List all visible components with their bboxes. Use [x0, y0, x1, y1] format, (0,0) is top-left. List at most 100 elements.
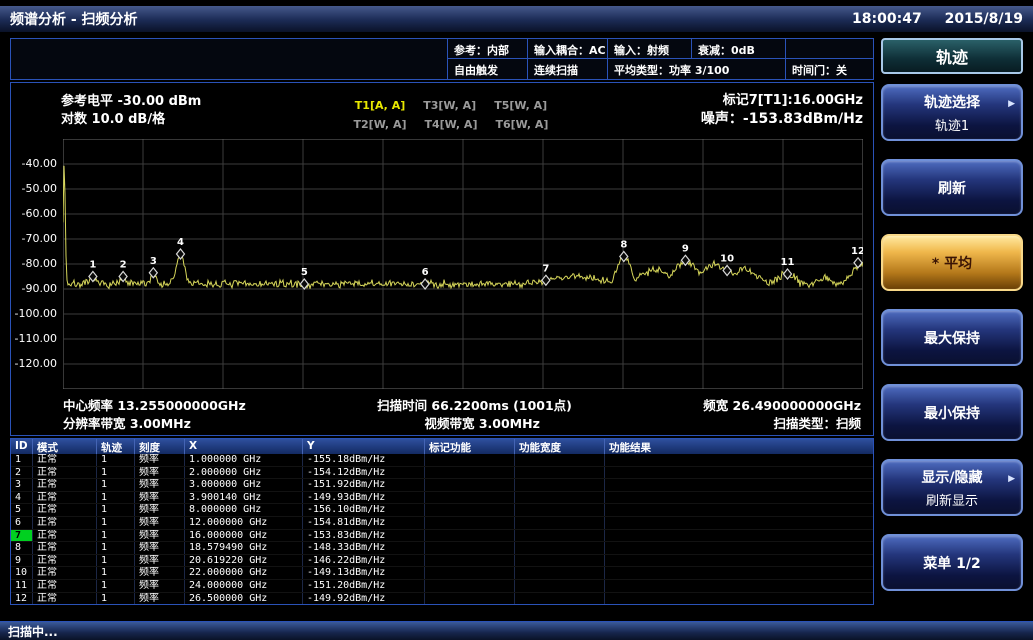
show-hide-button[interactable]: ▶ 显示/隐藏 刷新显示 — [881, 459, 1023, 516]
marker-id-cell: 1 — [11, 454, 33, 466]
marker-table-cell: -156.10dBm/Hz — [303, 504, 425, 516]
marker-table-row[interactable]: 1正常1频率1.000000 GHz-155.18dBm/Hz — [11, 454, 873, 467]
marker-table-cell: -151.20dBm/Hz — [303, 580, 425, 592]
marker-table-cell: 1 — [97, 504, 135, 516]
status-bar: 扫描中... — [0, 621, 1033, 640]
marker-table-cell: 频率 — [135, 580, 185, 592]
span-readout: 频宽 26.490000000GHz — [703, 395, 861, 414]
table-column-header: 轨迹 — [97, 439, 135, 454]
y-axis-tick: -110.00 — [11, 332, 57, 345]
marker-table-cell: 18.579490 GHz — [185, 542, 303, 554]
marker-table-cell: 1 — [97, 542, 135, 554]
marker-table-cell — [515, 504, 605, 516]
marker-table-cell — [515, 567, 605, 579]
settings-row-1: 参考：内部输入耦合：AC输入：射频衰减：0dB — [448, 39, 873, 59]
svg-text:5: 5 — [301, 267, 308, 278]
svg-text:4: 4 — [177, 237, 184, 248]
marker-table-cell: 26.500000 GHz — [185, 593, 303, 605]
rbw-readout: 分辨率带宽 3.00MHz — [63, 413, 191, 432]
marker-table-row[interactable]: 3正常1频率3.000000 GHz-151.92dBm/Hz — [11, 479, 873, 492]
marker-table-cell — [605, 555, 873, 567]
svg-text:1: 1 — [89, 260, 96, 271]
table-column-header: 刻度 — [135, 439, 185, 454]
marker-table-cell: 3.900140 GHz — [185, 492, 303, 504]
marker-table-cell — [425, 454, 515, 466]
marker-table-row[interactable]: 7正常1频率16.000000 GHz-153.83dBm/Hz — [11, 530, 873, 543]
table-column-header: 标记功能 — [425, 439, 515, 454]
marker-table-row[interactable]: 9正常1频率20.619220 GHz-146.22dBm/Hz — [11, 555, 873, 568]
marker-table-cell — [515, 593, 605, 605]
marker-table-cell: 20.619220 GHz — [185, 555, 303, 567]
page-title: 频谱分析 - 扫频分析 — [10, 9, 138, 29]
svg-text:7: 7 — [542, 263, 549, 274]
marker-table-cell: 2.000000 GHz — [185, 467, 303, 479]
marker-table-row[interactable]: 2正常1频率2.000000 GHz-154.12dBm/Hz — [11, 467, 873, 480]
average-button[interactable]: * 平均 — [881, 234, 1023, 291]
marker-table-cell: 频率 — [135, 454, 185, 466]
noise-marker-readout: 噪声：-153.83dBm/Hz — [701, 110, 863, 129]
svg-text:9: 9 — [682, 243, 689, 254]
marker-table-cell: 正常 — [33, 479, 97, 491]
marker-table-cell: -149.93dBm/Hz — [303, 492, 425, 504]
marker-table-cell — [515, 454, 605, 466]
min-hold-button[interactable]: 最小保持 — [881, 384, 1023, 441]
table-column-header: Y — [303, 439, 425, 454]
setting-readout: 自由触发 — [448, 59, 528, 79]
marker-table-row[interactable]: 12正常1频率26.500000 GHz-149.92dBm/Hz — [11, 593, 873, 605]
setting-readout: 输入：射频 — [608, 39, 692, 58]
marker-id-cell: 7 — [11, 530, 33, 542]
marker-table-cell: 频率 — [135, 567, 185, 579]
marker-table-cell: 正常 — [33, 454, 97, 466]
table-column-header: X — [185, 439, 303, 454]
max-hold-button[interactable]: 最大保持 — [881, 309, 1023, 366]
refresh-button[interactable]: 刷新 — [881, 159, 1023, 216]
marker-table-cell: -149.13dBm/Hz — [303, 567, 425, 579]
spectrum-chart-panel: 参考电平 -30.00 dBm 对数 10.0 dB/格 T1[A, A]T3[… — [10, 82, 874, 436]
button-sublabel: 轨迹1 — [935, 115, 969, 134]
menu-header-label: 轨迹 — [936, 44, 968, 68]
y-axis-tick: -120.00 — [11, 357, 57, 370]
marker-table-row[interactable]: 10正常1频率22.000000 GHz-149.13dBm/Hz — [11, 567, 873, 580]
marker-table-cell: 3.000000 GHz — [185, 479, 303, 491]
marker-table-cell: 1 — [97, 555, 135, 567]
svg-text:12: 12 — [851, 246, 863, 257]
setting-readout: 连续扫描 — [528, 59, 608, 79]
trace-status-label: T4[W, A] — [425, 118, 478, 131]
setting-readout: 衰减：0dB — [692, 39, 786, 58]
marker-table-cell: 正常 — [33, 580, 97, 592]
marker-table-cell — [605, 504, 873, 516]
marker-table-cell: 频率 — [135, 593, 185, 605]
button-label: 刷新 — [938, 178, 966, 198]
submenu-arrow-icon: ▶ — [1008, 99, 1015, 109]
marker-table-cell — [515, 467, 605, 479]
setting-readout — [786, 39, 873, 58]
marker-table-row[interactable]: 6正常1频率12.000000 GHz-154.81dBm/Hz — [11, 517, 873, 530]
settings-table: 参考：内部输入耦合：AC输入：射频衰减：0dB 自由触发连续扫描平均类型：功率 … — [447, 39, 873, 79]
marker-table-cell: -153.83dBm/Hz — [303, 530, 425, 542]
amplitude-settings: 参考电平 -30.00 dBm 对数 10.0 dB/格 — [61, 93, 201, 129]
y-axis-tick: -70.00 — [11, 232, 57, 245]
marker-table-row[interactable]: 8正常1频率18.579490 GHz-148.33dBm/Hz — [11, 542, 873, 555]
marker-table-cell — [515, 492, 605, 504]
marker-id-cell: 3 — [11, 479, 33, 491]
marker-table-cell: 1 — [97, 593, 135, 605]
reference-level-readout: 参考电平 -30.00 dBm — [61, 93, 201, 111]
button-label: 菜单 1/2 — [923, 553, 980, 573]
trace-select-button[interactable]: ▶ 轨迹选择 轨迹1 — [881, 84, 1023, 141]
marker-table-cell: 1 — [97, 467, 135, 479]
menu-page-button[interactable]: 菜单 1/2 — [881, 534, 1023, 591]
table-column-header: 功能结果 — [605, 439, 873, 454]
marker-table-row[interactable]: 5正常1频率8.000000 GHz-156.10dBm/Hz — [11, 504, 873, 517]
marker-table-cell: 频率 — [135, 467, 185, 479]
marker-table-cell: 正常 — [33, 567, 97, 579]
marker-table-cell: -155.18dBm/Hz — [303, 454, 425, 466]
marker-id-cell: 2 — [11, 467, 33, 479]
setting-readout: 时间门：关 — [786, 59, 873, 79]
marker-table-row[interactable]: 11正常1频率24.000000 GHz-151.20dBm/Hz — [11, 580, 873, 593]
marker-table-cell: 正常 — [33, 542, 97, 554]
y-axis-tick: -40.00 — [11, 157, 57, 170]
marker-id-cell: 4 — [11, 492, 33, 504]
marker-table-row[interactable]: 4正常1频率3.900140 GHz-149.93dBm/Hz — [11, 492, 873, 505]
marker-table-body: 1正常1频率1.000000 GHz-155.18dBm/Hz2正常1频率2.0… — [11, 454, 873, 605]
active-marker-readout: 标记7[T1]:16.00GHz — [701, 91, 863, 110]
